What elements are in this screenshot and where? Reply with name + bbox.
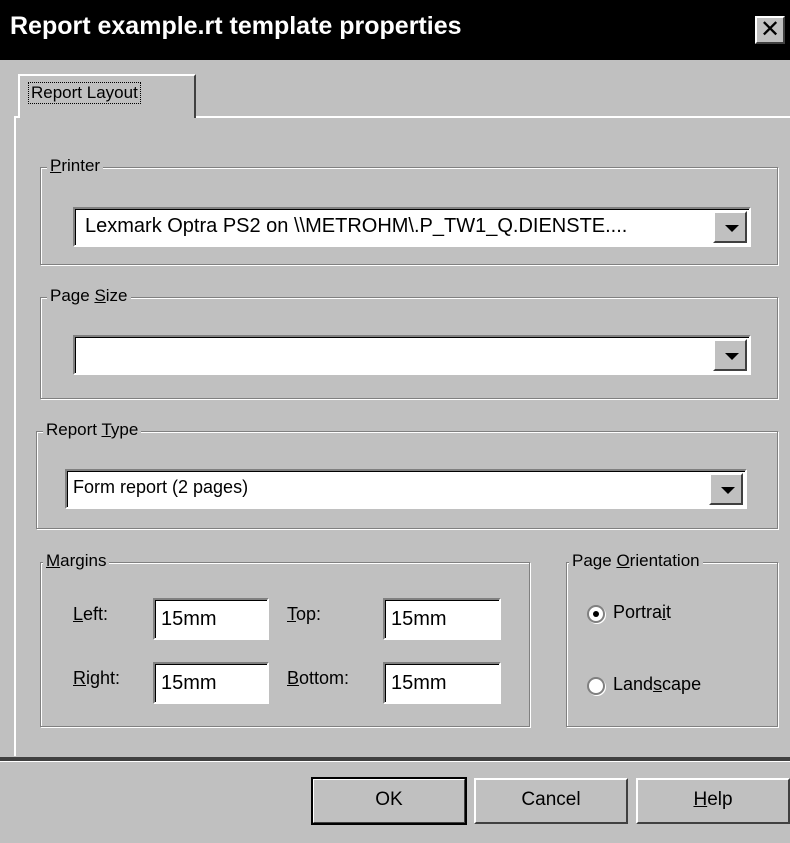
page-orientation-group-label: Page Orientation — [569, 551, 703, 571]
margin-bottom-label: Bottom: — [287, 668, 350, 688]
title-bar: Report example.rt template properties ✕ — [0, 0, 790, 60]
portrait-radio-option[interactable]: Portrait — [583, 599, 763, 629]
tab-report-layout-label: Report Layout — [28, 82, 141, 104]
close-icon: ✕ — [759, 16, 781, 43]
margin-right-value: 15mm — [161, 672, 217, 694]
margin-left-label: Left: — [73, 604, 109, 624]
page-size-group-label: Page Size — [47, 286, 131, 306]
landscape-label: Landscape — [613, 674, 702, 694]
margin-left-value: 15mm — [161, 608, 217, 630]
report-type-select[interactable]: Form report (2 pages) — [65, 469, 747, 509]
page-orientation-group: Page Orientation Portrait Landscape — [566, 551, 778, 727]
printer-select-value: Lexmark Optra PS2 on \\METROHM\.P_TW1_Q.… — [85, 215, 628, 237]
margin-left-input[interactable]: 15mm — [153, 598, 269, 640]
chevron-down-icon — [725, 353, 739, 360]
ok-button-label: OK — [375, 789, 403, 810]
portrait-radio[interactable] — [587, 605, 605, 623]
chevron-down-icon — [725, 225, 739, 232]
cancel-button[interactable]: Cancel — [474, 778, 628, 824]
portrait-label: Portrait — [613, 602, 672, 622]
close-button[interactable]: ✕ — [755, 16, 785, 44]
help-button[interactable]: Help — [636, 778, 790, 824]
page-size-dropdown-button[interactable] — [713, 339, 747, 371]
margin-top-value: 15mm — [391, 608, 447, 630]
chevron-down-icon — [721, 487, 735, 494]
landscape-radio-option[interactable]: Landscape — [583, 671, 763, 701]
window-title: Report example.rt template properties — [10, 12, 462, 40]
margin-right-input[interactable]: 15mm — [153, 662, 269, 704]
margin-bottom-input[interactable]: 15mm — [383, 662, 501, 704]
printer-group: Printer Lexmark Optra PS2 on \\METROHM\.… — [40, 156, 778, 265]
tab-report-layout[interactable]: Report Layout — [18, 74, 196, 118]
cancel-button-label: Cancel — [521, 789, 581, 810]
printer-select[interactable]: Lexmark Optra PS2 on \\METROHM\.P_TW1_Q.… — [73, 207, 751, 247]
report-type-dropdown-button[interactable] — [709, 473, 743, 505]
ok-button[interactable]: OK — [311, 777, 467, 825]
page-size-select[interactable] — [73, 335, 751, 375]
margin-top-label: Top: — [287, 604, 322, 624]
margin-right-label: Right: — [73, 668, 121, 688]
page-size-group: Page Size — [40, 286, 778, 399]
report-type-group-label: Report Type — [43, 420, 142, 440]
margin-top-input[interactable]: 15mm — [383, 598, 501, 640]
help-button-label: Help — [693, 789, 733, 810]
margin-bottom-value: 15mm — [391, 672, 447, 694]
landscape-radio[interactable] — [587, 677, 605, 695]
margins-group: Margins Left: 15mm Top: 15mm Right: 15mm… — [40, 551, 530, 727]
report-type-group: Report Type Form report (2 pages) — [36, 420, 778, 529]
printer-group-label: Printer — [47, 156, 104, 176]
printer-dropdown-button[interactable] — [713, 211, 747, 243]
margins-group-label: Margins — [43, 551, 110, 571]
button-bar-separator — [0, 757, 790, 762]
report-type-select-value: Form report (2 pages) — [73, 477, 249, 497]
radio-checked-dot — [593, 611, 599, 617]
